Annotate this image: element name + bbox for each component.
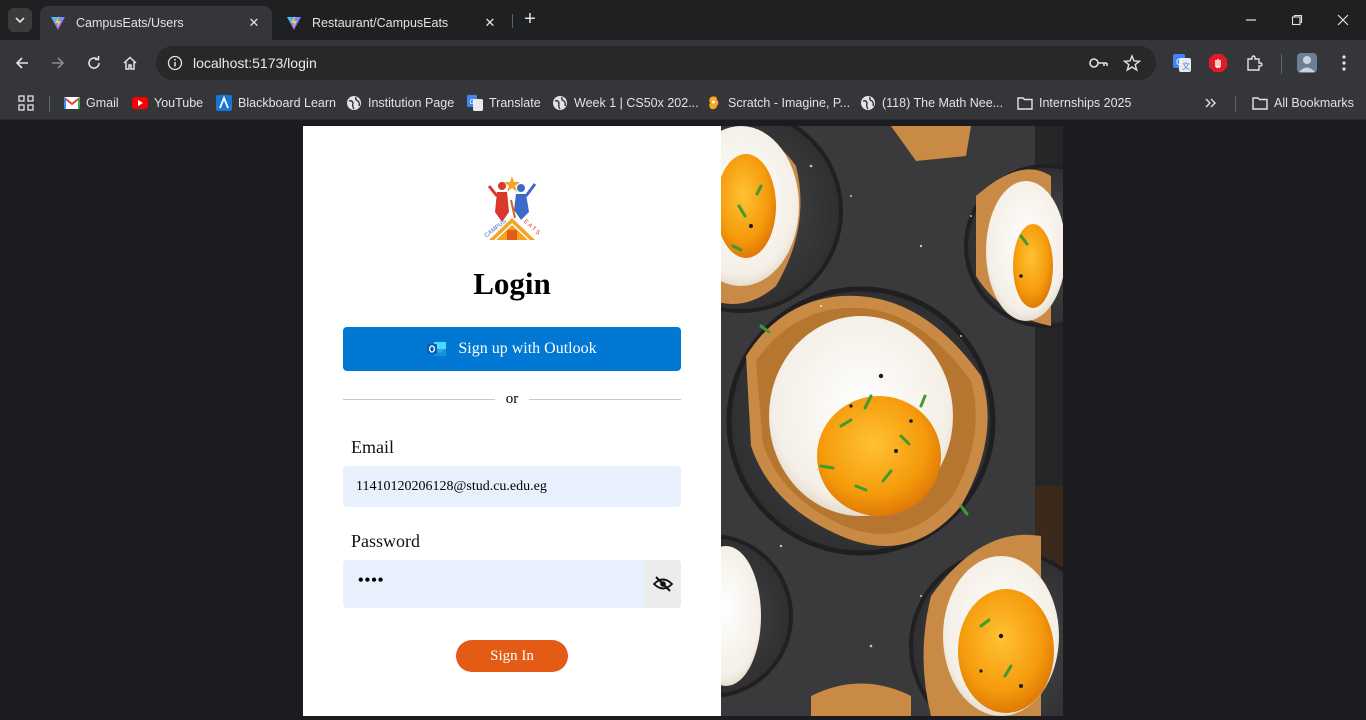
bookmark-gmail[interactable]: Gmail [64,92,119,114]
toggle-password-visibility-button[interactable] [645,560,681,608]
bookmark-label: Internships 2025 [1039,96,1132,110]
bookmark-scratch[interactable]: Scratch - Imagine, P... [706,92,850,114]
close-tab-icon[interactable]: ✕ [246,15,262,31]
reload-icon[interactable] [82,51,106,75]
tab-title: Restaurant/CampusEats [312,16,449,30]
new-tab-icon[interactable]: + [520,9,540,30]
bookmark-star-icon[interactable] [1122,53,1142,73]
site-info-icon[interactable] [164,52,186,74]
page-viewport: CAMPUS E A T S Login Sign up with Outloo… [0,121,1366,720]
globe-icon [552,95,568,111]
tab-separator [512,14,513,28]
password-masked-value: •••• [358,572,385,589]
page-title: Login [473,266,551,301]
bookmark-institution[interactable]: Institution Page [346,92,454,114]
scratch-icon [706,95,722,111]
bookmark-label: Scratch - Imagine, P... [728,96,851,110]
eye-slash-icon [653,576,673,592]
baked-eggs-photo [721,126,1063,716]
tab-title: CampusEats/Users [76,16,184,30]
login-card: CAMPUS E A T S Login Sign up with Outloo… [303,126,1063,716]
bookmark-label: YouTube [154,96,204,110]
divider-line-right [529,399,681,400]
tab-restaurant-campuseats[interactable]: Restaurant/CampusEats ✕ [276,6,508,40]
bookmark-blackboard[interactable]: Blackboard Learn [216,92,336,114]
food-hero-image [721,126,1063,716]
all-bookmarks-folder[interactable]: All Bookmarks [1252,92,1354,114]
sign-in-label: Sign In [490,647,534,664]
chevron-down-icon [15,17,25,24]
bookmark-math-needs[interactable]: (118) The Math Nee... [860,92,1003,114]
toolbar-separator [1281,54,1282,74]
more-bookmarks-chevron-icon[interactable] [1204,92,1218,114]
bookmark-label: Week 1 | CS50x 202... [574,96,699,110]
folder-icon [1017,95,1033,111]
bookmark-folder-internships[interactable]: Internships 2025 [1017,92,1131,114]
outlook-signup-button[interactable]: Sign up with Outlook [343,327,681,371]
bookmarks-bar: Gmail YouTube Blackboard Learn Instituti… [0,86,1366,120]
bookmark-translate[interactable]: G Translate [467,92,541,114]
extensions-puzzle-icon[interactable] [1243,52,1265,74]
close-tab-icon[interactable]: ✕ [482,15,498,31]
tab-strip: CampusEats/Users ✕ Restaurant/CampusEats… [0,0,1366,40]
bookmark-label: All Bookmarks [1274,96,1354,110]
bookmark-cs50[interactable]: Week 1 | CS50x 202... [552,92,699,114]
blackboard-icon [216,95,232,111]
bookmarks-separator [49,96,50,112]
vite-favicon-icon [51,16,65,30]
youtube-icon [132,95,148,111]
bookmark-label: Translate [489,96,541,110]
email-label: Email [351,437,394,457]
address-bar[interactable]: localhost:5173/login [156,46,1156,80]
vite-favicon-icon [287,16,301,30]
folder-icon [1252,95,1268,111]
password-label: Password [351,531,421,551]
restore-icon[interactable] [1274,0,1320,40]
home-icon[interactable] [118,51,142,75]
bookmark-label: (118) The Math Nee... [882,96,1004,110]
more-menu-icon[interactable] [1333,52,1355,74]
svg-text:G: G [470,99,475,106]
forward-icon[interactable] [46,51,70,75]
svg-text:文: 文 [1182,61,1190,71]
bookmark-label: Gmail [86,96,119,110]
adblock-extension-icon[interactable] [1207,52,1229,74]
bookmark-label: Blackboard Learn [238,96,336,110]
outlook-icon [427,342,447,356]
outlook-button-label: Sign up with Outlook [458,340,597,357]
password-field[interactable]: •••• [343,560,681,608]
browser-toolbar: localhost:5173/login G文 [0,40,1366,86]
divider-or-text: or [505,391,519,407]
tab-search-button[interactable] [8,8,32,32]
url-text: localhost:5173/login [193,55,317,71]
back-icon[interactable] [10,51,34,75]
close-window-icon[interactable] [1320,0,1366,40]
divider-line-left [343,399,495,400]
bookmark-label: Institution Page [368,96,455,110]
password-key-icon[interactable] [1089,53,1109,73]
apps-grid-icon[interactable] [18,92,34,114]
minimize-icon[interactable] [1228,0,1274,40]
tab-campuseats-users[interactable]: CampusEats/Users ✕ [40,6,272,40]
bookmark-youtube[interactable]: YouTube [132,92,203,114]
gmail-icon [64,95,80,111]
bookmarks-separator [1235,96,1236,112]
google-translate-extension-icon[interactable]: G文 [1171,52,1193,74]
globe-icon [860,95,876,111]
email-field[interactable]: 11410120206128@stud.cu.edu.eg [343,466,681,507]
login-form-panel: CAMPUS E A T S Login Sign up with Outloo… [303,126,721,716]
profile-avatar-icon[interactable] [1296,52,1318,74]
campuseats-logo-icon: CAMPUS E A T S [484,176,541,241]
globe-icon [346,95,362,111]
translate-icon: G [467,95,483,111]
sign-in-button[interactable]: Sign In [456,640,568,672]
